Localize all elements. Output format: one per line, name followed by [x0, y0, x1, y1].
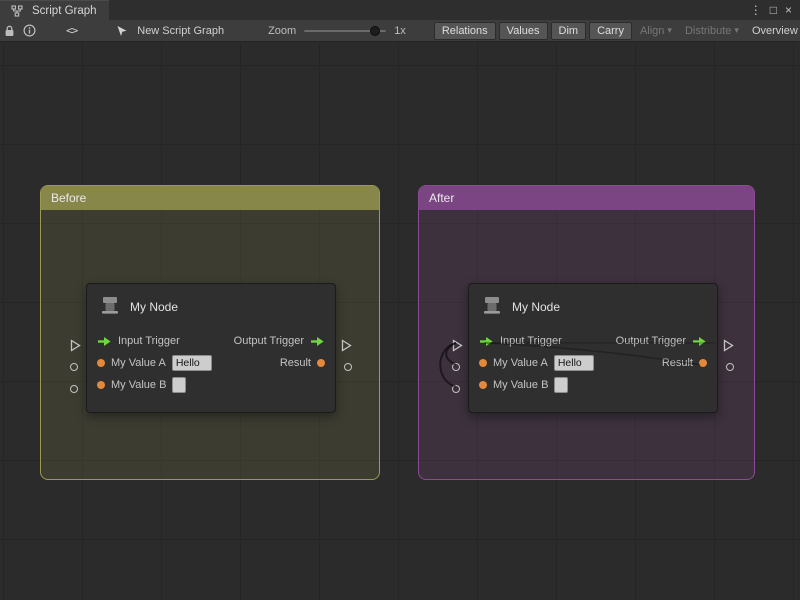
value-b-dot-icon[interactable] — [479, 381, 487, 389]
menu-icon[interactable]: ⋮ — [750, 4, 762, 16]
port-row-value-a: My Value A Result — [87, 352, 335, 374]
flow-out-icon[interactable] — [692, 336, 707, 347]
result-port[interactable] — [344, 363, 352, 371]
port-row-value-b: My Value B — [87, 374, 335, 396]
graph-canvas[interactable]: Before My Node Input Trigger — [0, 43, 800, 600]
window-controls: ⋮ □ × — [750, 0, 800, 20]
close-icon[interactable]: × — [785, 4, 792, 16]
port-row-value-a: My Value A Result — [469, 352, 717, 374]
result-dot-icon[interactable] — [699, 359, 707, 367]
script-graph-window: Script Graph ⋮ □ × <> New Script Graph Z… — [0, 0, 800, 600]
info-icon[interactable] — [23, 22, 36, 40]
port-label-my-value-b: My Value B — [111, 379, 166, 391]
value-a-field[interactable] — [172, 355, 212, 371]
group-after-header[interactable]: After — [419, 186, 754, 210]
port-label-output-trigger: Output Trigger — [234, 335, 304, 347]
group-before-title: Before — [51, 191, 86, 205]
port-label-input-trigger: Input Trigger — [118, 335, 180, 347]
port-row-value-b: My Value B — [469, 374, 717, 396]
my-value-a-port[interactable] — [452, 363, 460, 371]
input-trigger-port[interactable] — [452, 339, 463, 352]
output-trigger-port[interactable] — [341, 339, 352, 352]
my-node-icon — [481, 294, 503, 321]
chevron-down-icon: ▾ — [667, 25, 672, 36]
node-header[interactable]: My Node — [469, 284, 717, 330]
input-trigger-port[interactable] — [70, 339, 81, 352]
tab-script-graph[interactable]: Script Graph — [0, 0, 109, 20]
group-before-header[interactable]: Before — [41, 186, 379, 210]
flow-out-icon[interactable] — [310, 336, 325, 347]
port-row-trigger: Input Trigger Output Trigger — [87, 330, 335, 352]
graph-toolbar: <> New Script Graph Zoom 1x Relations Va… — [0, 20, 800, 42]
port-row-trigger: Input Trigger Output Trigger — [469, 330, 717, 352]
value-a-field[interactable] — [554, 355, 594, 371]
my-value-b-port[interactable] — [452, 385, 460, 393]
value-b-field[interactable] — [172, 377, 186, 393]
node-title: My Node — [130, 300, 178, 314]
my-node-icon — [99, 294, 121, 321]
my-value-b-port[interactable] — [70, 385, 78, 393]
lock-icon[interactable] — [4, 22, 15, 40]
zoom-control: Zoom 1x — [268, 24, 406, 38]
node-header[interactable]: My Node — [87, 284, 335, 330]
port-label-my-value-b: My Value B — [493, 379, 548, 391]
toolbar-buttons: Relations Values Dim Carry Align ▾ Distr… — [434, 22, 800, 40]
port-label-output-trigger: Output Trigger — [616, 335, 686, 347]
value-a-dot-icon[interactable] — [97, 359, 105, 367]
align-label: Align — [640, 25, 664, 37]
pointer-icon — [113, 22, 131, 40]
node-my-node[interactable]: My Node Input Trigger Output Trigger — [468, 283, 718, 413]
carry-button[interactable]: Carry — [589, 22, 632, 40]
port-label-input-trigger: Input Trigger — [500, 335, 562, 347]
result-port[interactable] — [726, 363, 734, 371]
port-label-result: Result — [280, 357, 311, 369]
dim-button[interactable]: Dim — [551, 22, 587, 40]
values-button[interactable]: Values — [499, 22, 548, 40]
relations-button[interactable]: Relations — [434, 22, 496, 40]
value-a-dot-icon[interactable] — [479, 359, 487, 367]
value-b-dot-icon[interactable] — [97, 381, 105, 389]
code-icon[interactable]: <> — [66, 22, 77, 40]
node-title: My Node — [512, 300, 560, 314]
overview-button[interactable]: Overview — [747, 23, 800, 39]
my-value-a-port[interactable] — [70, 363, 78, 371]
port-label-my-value-a: My Value A — [493, 357, 548, 369]
port-label-my-value-a: My Value A — [111, 357, 166, 369]
flow-in-icon[interactable] — [479, 336, 494, 347]
align-button[interactable]: Align ▾ — [635, 23, 677, 39]
result-dot-icon[interactable] — [317, 359, 325, 367]
zoom-slider[interactable] — [304, 24, 386, 38]
chevron-down-icon: ▾ — [734, 25, 739, 36]
flow-in-icon[interactable] — [97, 336, 112, 347]
node-my-node[interactable]: My Node Input Trigger Output Trigger — [86, 283, 336, 413]
port-label-result: Result — [662, 357, 693, 369]
value-b-field[interactable] — [554, 377, 568, 393]
tab-title: Script Graph — [32, 5, 97, 17]
group-after[interactable]: After My Node Input Trigger — [418, 185, 755, 480]
maximize-icon[interactable]: □ — [770, 4, 777, 16]
zoom-value: 1x — [394, 25, 406, 37]
output-trigger-port[interactable] — [723, 339, 734, 352]
group-after-title: After — [429, 191, 454, 205]
group-before[interactable]: Before My Node Input Trigger — [40, 185, 380, 480]
distribute-label: Distribute — [685, 25, 731, 37]
zoom-slider-knob[interactable] — [370, 26, 380, 36]
distribute-button[interactable]: Distribute ▾ — [680, 23, 744, 39]
script-graph-icon — [8, 2, 26, 20]
graph-name-wrap: New Script Graph — [113, 22, 224, 40]
graph-name-label[interactable]: New Script Graph — [137, 25, 224, 37]
tab-strip: Script Graph ⋮ □ × — [0, 0, 800, 20]
zoom-label: Zoom — [268, 25, 296, 37]
